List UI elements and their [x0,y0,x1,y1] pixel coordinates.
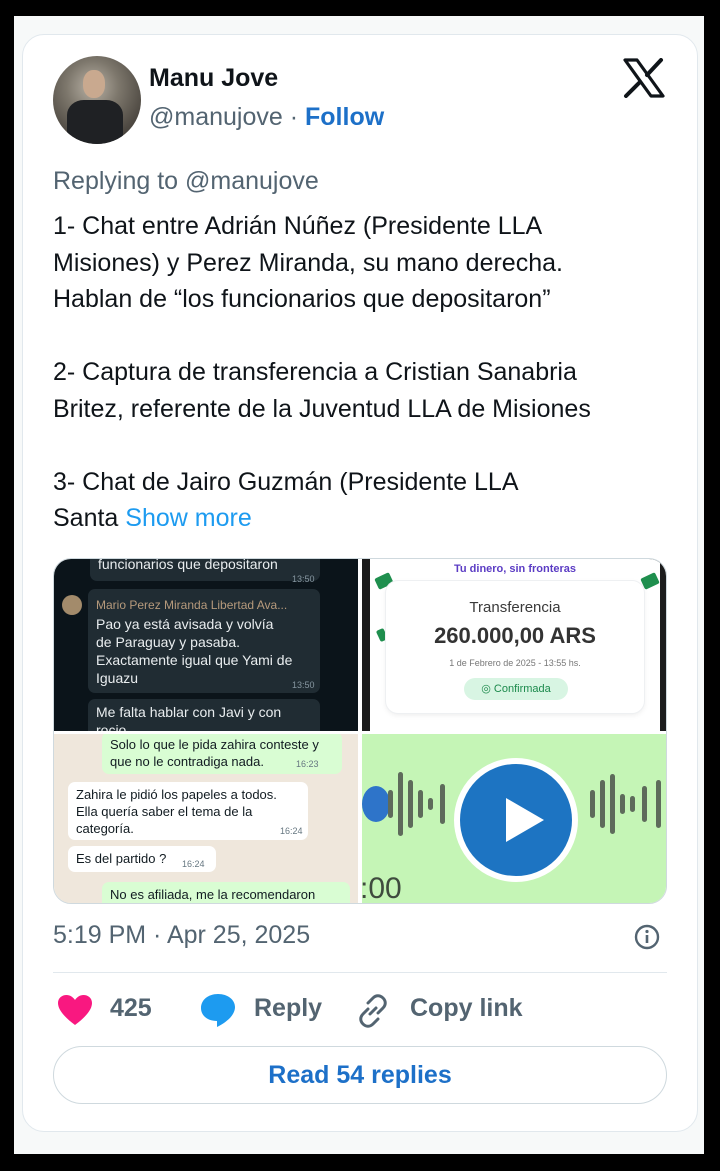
tweet-line: Hablan de “los funcionarios que deposita… [53,285,551,313]
show-more-link[interactable]: Show more [125,504,251,532]
waveform-bar [398,772,403,836]
waveform-bar [620,794,625,814]
receipt-header: Tu dinero, sin fronteras [453,563,577,575]
chat-text: Me falta hablar con Javi y con [96,704,282,720]
chat-text: funcionarios que depositaron [98,559,278,572]
waveform-bar [428,798,433,810]
tweet-line: Britez, referente de la Juventud LLA de … [53,394,591,423]
tweet-line-start: Santa [53,504,119,532]
divider [53,972,667,973]
waveform-bar [610,774,615,834]
like-count[interactable]: 425 [110,994,152,1023]
receipt-amount: 260.000,00 ARS [434,623,596,648]
chat-text: Exactamente igual que Yami de [96,652,293,668]
waveform-bar [600,780,605,828]
media-audio[interactable]: :00 [362,734,666,904]
receipt-date: 1 de Febrero de 2025 - 13:55 hs. [449,658,581,668]
separator: · [289,103,299,131]
chat-time: 13:50 [292,574,315,584]
replying-to[interactable]: Replying to @manujove [53,167,319,196]
author-name[interactable]: Manu Jove [149,64,278,93]
chat-text: categoría. [76,821,134,836]
chat-text: Es del partido ? [76,851,167,866]
author-handle[interactable]: @manujove [149,103,283,131]
check-circle-icon: ◎ [481,683,494,695]
chat-bubble: funcionarios que depositaron [90,559,320,581]
audio-duration: :00 [362,872,402,904]
play-icon [506,798,544,842]
play-button[interactable] [454,758,578,882]
tweet-line: 3- Chat de Jairo Guzmán (Presidente LLA [53,467,519,496]
chat-text: Iguazu [96,670,139,686]
receipt-label: Transferencia [469,599,561,616]
reply-icon[interactable] [199,992,237,1028]
chat-message: Pao ya está avisada y volvía de Paraguay… [88,615,300,687]
follow-button[interactable]: Follow [305,103,384,131]
media-transfer-receipt[interactable]: Tu dinero, sin fronteras Transferencia 2… [362,559,666,731]
chat-sender: Mario Perez Miranda Libertad Ava... [96,598,288,612]
waveform-bar [408,780,413,828]
waveform-bar [388,790,393,818]
avatar[interactable] [53,56,141,144]
chat-time: 16:24 [182,859,205,869]
tweet-line: 1- Chat entre Adrián Núñez (Presidente L… [53,212,543,240]
chat-text: Solo lo que le pida zahira conteste y [110,737,319,752]
chat-bubble: No es afiliada, me la recomendaron [102,882,350,903]
heart-icon[interactable] [57,994,93,1026]
chat-text: de Paraguay y pasaba. [96,634,240,650]
link-icon[interactable] [356,994,390,1028]
chat-time: 13:50 [292,680,315,690]
media-chat-light[interactable]: Solo lo que le pida zahira conteste y qu… [54,734,358,903]
waveform-bar [630,796,635,812]
tweet-timestamp[interactable]: 5:19 PM · Apr 25, 2025 [53,921,310,950]
reply-button[interactable]: Reply [254,994,322,1023]
screen-frame: Manu Jove @manujove · Follow Replying to… [0,0,720,1171]
waveform-bar [642,786,647,822]
chat-time: 16:23 [296,759,319,769]
waveform-bar [440,784,445,824]
chat-bubble: Me falta hablar con Javi y con rocio [88,699,320,731]
x-logo-icon[interactable] [622,58,666,98]
chat-text: No es afiliada, me la recomendaron [110,887,316,902]
info-icon[interactable] [634,924,660,950]
tweet-line: Misiones) y Perez Miranda, su mano derec… [53,248,563,277]
waveform-bar [418,790,423,818]
receipt-screen: Tu dinero, sin fronteras Transferencia 2… [370,559,660,731]
status-badge: ◎ Confirmada [464,678,568,700]
media-chat-dark[interactable]: funcionarios que depositaron 13:50 Mario… [54,559,358,731]
tweet-line-last: Santa Show more [53,500,663,537]
chat-text: Zahira le pidió los papeles a todos. [76,787,277,802]
read-replies-button[interactable]: Read 54 replies [53,1046,667,1104]
receipt-panel: Transferencia 260.000,00 ARS 1 de Febrer… [386,581,644,713]
chat-text: Pao ya está avisada y volvía [96,616,274,632]
chat-bubble: Zahira le pidió los papeles a todos. Ell… [68,782,308,840]
chat-text: Ella quería saber el tema de la [76,804,253,819]
handle-row: @manujove · Follow [149,103,384,132]
waveform-bar [590,790,595,818]
avatar-body [67,100,123,144]
chat-text: rocio [96,722,127,731]
chat-time: 16:24 [280,826,303,836]
audio-dot [362,786,390,822]
status-text: Confirmada [493,683,551,695]
sender-avatar [62,595,82,615]
waveform-bar [656,780,661,828]
copy-link-button[interactable]: Copy link [410,994,523,1023]
tweet-text: 1- Chat entre Adrián Núñez (Presidente L… [53,208,663,537]
avatar-face [83,70,105,98]
media-grid: funcionarios que depositaron 13:50 Mario… [53,558,667,904]
tweet-line: 2- Captura de transferencia a Cristian S… [53,358,577,386]
